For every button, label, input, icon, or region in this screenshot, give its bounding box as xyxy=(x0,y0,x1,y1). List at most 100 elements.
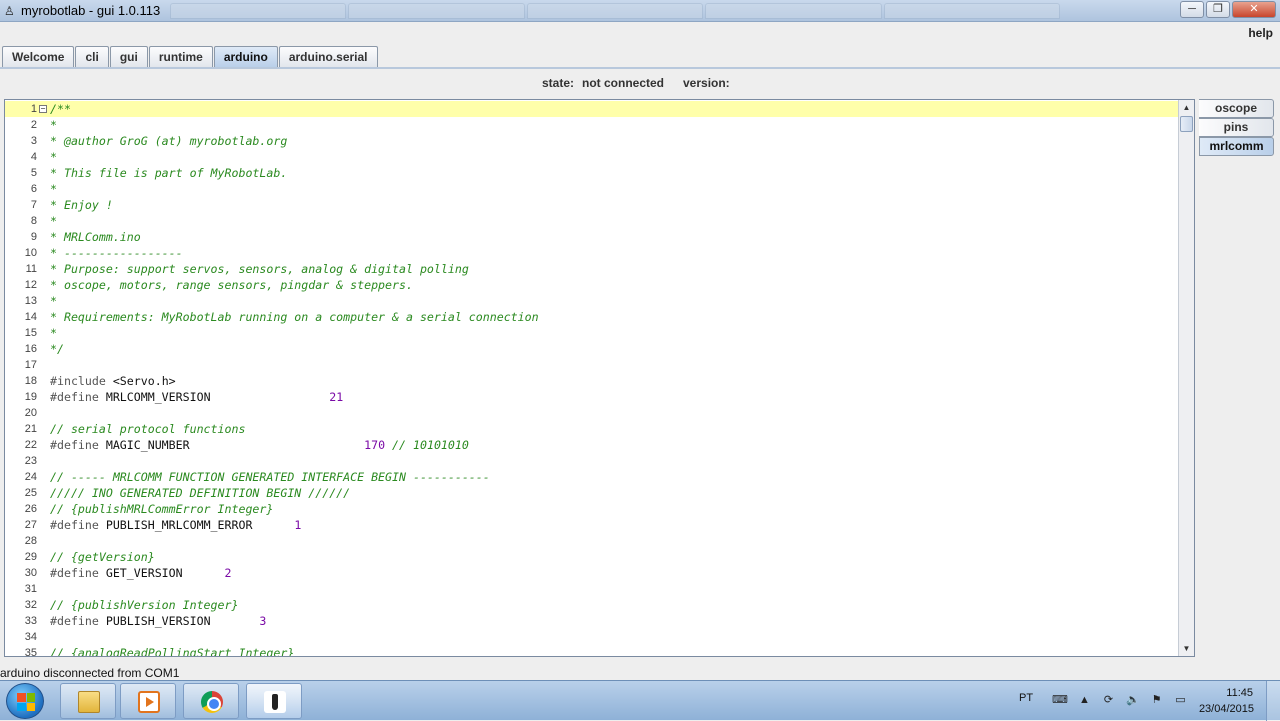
code-line[interactable]: 25 ///// INO GENERATED DEFINITION BEGIN /… xyxy=(5,485,1179,501)
vertical-scrollbar[interactable]: ▲ ▼ xyxy=(1178,100,1194,656)
taskbar-myrobotlab[interactable] xyxy=(246,683,302,719)
tab-runtime[interactable]: runtime xyxy=(148,46,213,67)
code-line[interactable]: 1−/** xyxy=(5,101,1179,117)
version-label: version: xyxy=(683,76,730,90)
code-line[interactable]: 34 xyxy=(5,629,1179,645)
clock-time[interactable]: 11:45 xyxy=(1226,687,1253,699)
code-line[interactable]: 5 * This file is part of MyRobotLab. xyxy=(5,165,1179,181)
line-number: 7 xyxy=(30,199,37,211)
line-text: // {getVersion} xyxy=(50,549,155,565)
minimize-button[interactable]: ─ xyxy=(1180,1,1204,18)
code-line[interactable]: 11 * Purpose: support servos, sensors, an… xyxy=(5,261,1179,277)
sync-icon[interactable]: ⟳ xyxy=(1102,694,1115,706)
taskbar-file-explorer[interactable] xyxy=(60,683,116,719)
code-token: #include xyxy=(50,374,113,388)
network-icon[interactable]: ▭ xyxy=(1174,694,1187,706)
code-token: // {publishVersion Integer} xyxy=(50,598,239,612)
tab-arduino-serial[interactable]: arduino.serial xyxy=(278,46,378,67)
code-line[interactable]: 15 * xyxy=(5,325,1179,341)
windows-logo-icon xyxy=(17,693,35,711)
scrollbar-thumb[interactable] xyxy=(1180,116,1193,132)
menu-bar: help xyxy=(0,22,1280,44)
code-line[interactable]: 16 */ xyxy=(5,341,1179,357)
code-line[interactable]: 22 #define MAGIC_NUMBER 170 // 10101010 xyxy=(5,437,1179,453)
code-line[interactable]: 12 * oscope, motors, range sensors, pingd… xyxy=(5,277,1179,293)
line-text: // ----- MRLCOMM FUNCTION GENERATED INTE… xyxy=(50,469,490,485)
code-token: #define xyxy=(50,614,106,628)
code-token: GET_VERSION xyxy=(105,566,183,580)
code-line[interactable]: 31 xyxy=(5,581,1179,597)
code-area[interactable]: 1−/** 2 * 3 * @author GroG (at) myrobotlab.o… xyxy=(5,101,1179,656)
code-line[interactable]: 24 // ----- MRLCOMM FUNCTION GENERATED IN… xyxy=(5,469,1179,485)
line-text: * xyxy=(50,213,57,229)
code-token: * oscope, motors, range sensors, pingdar… xyxy=(50,278,413,292)
code-token: // {getVersion} xyxy=(50,550,155,564)
language-indicator[interactable]: PT xyxy=(1019,692,1033,704)
help-menu[interactable]: help xyxy=(1248,26,1273,40)
show-hidden-icons-icon[interactable]: ▲ xyxy=(1078,694,1091,706)
tab-arduino[interactable]: arduino xyxy=(213,46,278,67)
taskbar: PT ⌨ ▲ ⟳ 🔈 ⚑ ▭ 11:45 23/04/2015 xyxy=(0,680,1280,721)
code-line[interactable]: 3 * @author GroG (at) myrobotlab.org xyxy=(5,133,1179,149)
line-text: // {publishMRLCommError Integer} xyxy=(50,501,273,517)
side-tab-pins[interactable]: pins xyxy=(1199,118,1274,137)
tab-welcome[interactable]: Welcome xyxy=(2,46,75,67)
code-token: * Requirements: MyRobotLab running on a … xyxy=(50,310,539,324)
line-number: 31 xyxy=(24,583,37,595)
line-text: // {analogReadPollingStart Integer} xyxy=(50,645,294,656)
code-line[interactable]: 21 // serial protocol functions xyxy=(5,421,1179,437)
line-number: 30 xyxy=(24,567,37,579)
line-text: * This file is part of MyRobotLab. xyxy=(50,165,287,181)
code-line[interactable]: 13 * xyxy=(5,293,1179,309)
scroll-down-arrow-icon[interactable]: ▼ xyxy=(1179,641,1194,656)
line-number: 16 xyxy=(24,343,37,355)
code-line[interactable]: 35 // {analogReadPollingStart Integer} xyxy=(5,645,1179,656)
code-line[interactable]: 14 * Requirements: MyRobotLab running on … xyxy=(5,309,1179,325)
code-line[interactable]: 17 xyxy=(5,357,1179,373)
code-token: <Servo.h> xyxy=(112,374,176,388)
code-line[interactable]: 7 * Enjoy ! xyxy=(5,197,1179,213)
taskbar-chrome[interactable] xyxy=(183,683,239,719)
code-line[interactable]: 26 // {publishMRLCommError Integer} xyxy=(5,501,1179,517)
code-line[interactable]: 27 #define PUBLISH_MRLCOMM_ERROR 1 xyxy=(5,517,1179,533)
close-button[interactable]: ✕ xyxy=(1232,1,1276,18)
code-line[interactable]: 33 #define PUBLISH_VERSION 3 xyxy=(5,613,1179,629)
code-line[interactable]: 6 * xyxy=(5,181,1179,197)
taskbar-media-player[interactable] xyxy=(120,683,176,719)
code-token: * xyxy=(50,182,57,196)
code-line[interactable]: 8 * xyxy=(5,213,1179,229)
keyboard-icon[interactable]: ⌨ xyxy=(1052,694,1068,706)
background-tab xyxy=(348,3,525,19)
code-line[interactable]: 23 xyxy=(5,453,1179,469)
code-line[interactable]: 2 * xyxy=(5,117,1179,133)
maximize-button[interactable]: ❐ xyxy=(1206,1,1230,18)
code-line[interactable]: 28 xyxy=(5,533,1179,549)
scroll-up-arrow-icon[interactable]: ▲ xyxy=(1179,100,1194,115)
code-line[interactable]: 29 // {getVersion} xyxy=(5,549,1179,565)
volume-icon[interactable]: 🔈 xyxy=(1126,694,1140,706)
side-tab-mrlcomm[interactable]: mrlcomm xyxy=(1199,137,1274,156)
code-line[interactable]: 9 * MRLComm.ino xyxy=(5,229,1179,245)
line-text: ///// INO GENERATED DEFINITION BEGIN ///… xyxy=(50,485,350,501)
code-line[interactable]: 20 xyxy=(5,405,1179,421)
code-token: * xyxy=(50,118,57,132)
code-editor[interactable]: 1−/** 2 * 3 * @author GroG (at) myrobotlab.o… xyxy=(4,99,1195,657)
code-line[interactable]: 10 * ----------------- xyxy=(5,245,1179,261)
side-tab-oscope[interactable]: oscope xyxy=(1199,99,1274,118)
code-line[interactable]: 4 * xyxy=(5,149,1179,165)
show-desktop-button[interactable] xyxy=(1266,681,1280,721)
tab-cli[interactable]: cli xyxy=(75,46,109,67)
code-token: MRLCOMM_VERSION xyxy=(105,390,211,404)
line-number: 2 xyxy=(30,119,37,131)
code-line[interactable]: 32 // {publishVersion Integer} xyxy=(5,597,1179,613)
flag-icon[interactable]: ⚑ xyxy=(1150,694,1163,706)
code-line[interactable]: 19 #define MRLCOMM_VERSION 21 xyxy=(5,389,1179,405)
clock-date[interactable]: 23/04/2015 xyxy=(1199,703,1254,715)
tab-gui[interactable]: gui xyxy=(109,46,148,67)
start-button[interactable] xyxy=(6,683,44,719)
fold-toggle-icon[interactable]: − xyxy=(39,105,47,113)
code-line[interactable]: 18 #include <Servo.h> xyxy=(5,373,1179,389)
code-line[interactable]: 30 #define GET_VERSION 2 xyxy=(5,565,1179,581)
